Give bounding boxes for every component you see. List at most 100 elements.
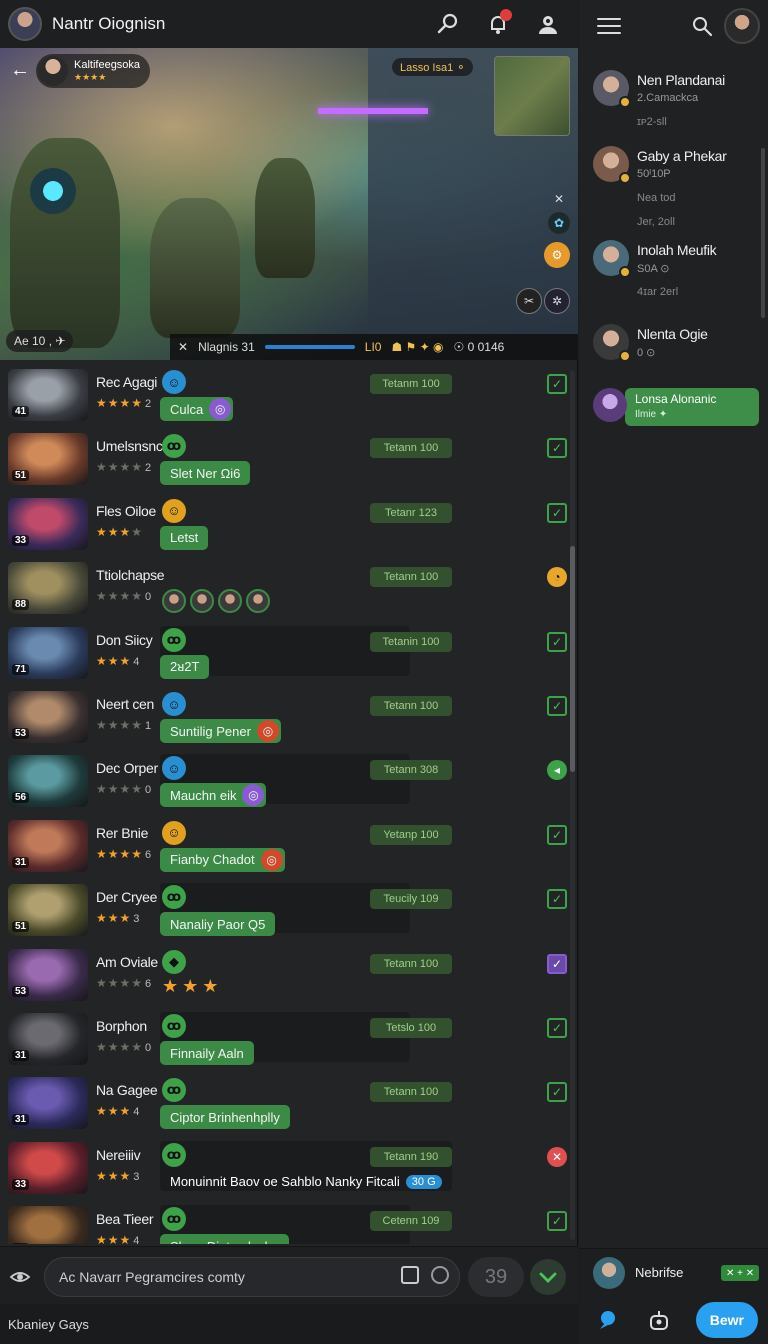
contact-item[interactable]: Nlenta Ogie 0 ⊙ — [579, 324, 768, 394]
team-tag[interactable]: Tetanm 100 — [370, 374, 452, 394]
activity-pill[interactable]: 2ᴚ2T — [160, 654, 210, 679]
notification-icon[interactable] — [480, 6, 516, 42]
team-tag[interactable]: Tetann 190 — [370, 1146, 452, 1167]
activity-pill[interactable]: Mauchn eik ◎ — [160, 783, 267, 808]
list-row[interactable]: 53 Am Oviale ★★★★ 6 ◆ ★ ★ ★ Tetann 100 ✓ — [0, 942, 578, 1004]
team-tag[interactable]: Teucily 109 — [370, 889, 452, 910]
row-checkbox[interactable]: ✓ — [547, 1018, 567, 1038]
list-row[interactable]: 31 Na Gagee ★★★ 4 ꝏ Ciptor Brinhenhplly Tetann… — [0, 1070, 578, 1132]
team-tag[interactable]: Tetann 100 — [370, 1082, 452, 1103]
row-checkbox[interactable]: ◂ — [547, 760, 567, 781]
list-row[interactable]: 33 Fles Oiloe ★★★★ ☺ Letst Tetanr 123 ✓ — [0, 491, 578, 553]
activity-pill[interactable]: Ciptor Brinhenhplly — [160, 1105, 290, 1130]
row-checkbox[interactable]: ✓ — [547, 953, 567, 974]
activity-pill[interactable]: Letst — [160, 525, 209, 550]
activity-pill[interactable]: Slet Ner Ωi6 — [160, 461, 251, 486]
row-checkbox[interactable]: ✓ — [547, 889, 567, 910]
list-row[interactable]: 33 Nereiiiv ★★★ 3 ꝏ Monuinnit Baov oe Sahblo … — [0, 1135, 578, 1197]
tool-icon[interactable]: ✂ — [516, 288, 542, 314]
contact-item[interactable]: Gaby a Phekar 50ᴵ10P Nea tod Jer, 2oll — [579, 146, 768, 228]
team-tag[interactable]: Cetenn 109 — [370, 1211, 452, 1232]
list-row[interactable]: 31 Rer Bnie ★★★★ 6 ☺ Fianby Chadot ◎ Yetanp 100… — [0, 813, 578, 875]
chat-icon[interactable] — [595, 1306, 621, 1334]
row-checkbox[interactable]: ✓ — [547, 631, 567, 652]
row-checkbox[interactable]: ✓ — [547, 374, 567, 394]
team-tag[interactable]: Tetann 308 — [370, 760, 452, 781]
close-icon[interactable]: ✕ — [548, 188, 570, 210]
settings-icon[interactable]: ⚙ — [544, 242, 570, 268]
list-row[interactable]: 88 Ttiolchapse ★★★★ 0 Tetann 100 ◔ — [0, 555, 578, 617]
list-row[interactable]: 53 Neert cen ★★★★ 1 ☺ Suntilig Pener ◎ Tetann 1… — [0, 684, 578, 746]
team-tag[interactable]: Tetann 100 — [370, 438, 452, 459]
my-avatar[interactable] — [724, 8, 760, 44]
player-thumbnail[interactable]: 51 — [8, 433, 88, 486]
attach-icon[interactable] — [401, 1266, 419, 1284]
fullscreen-icon[interactable]: ✲ — [544, 288, 570, 314]
team-tag[interactable]: Tetann 100 — [370, 953, 452, 974]
list-row[interactable]: 71 Don Siicy ★★★ 4 ꝏ 2ᴚ2T Tetanin 100 ✓ — [0, 620, 578, 682]
activity-pill[interactable]: Finnaily Aaln — [160, 1041, 254, 1065]
row-checkbox[interactable]: ✓ — [547, 438, 567, 459]
player-thumbnail[interactable]: 88 — [8, 562, 88, 615]
list-scrollbar-thumb[interactable] — [570, 546, 575, 772]
visibility-icon[interactable] — [8, 1265, 32, 1289]
row-checkbox[interactable]: ✓ — [547, 1211, 567, 1232]
player-thumbnail[interactable]: 53 — [8, 948, 88, 1001]
back-arrow-icon[interactable]: ← — [6, 56, 34, 84]
active-chat[interactable]: Lonsa Alonanic Ilmie ✦ — [591, 386, 761, 426]
list-row[interactable]: 31 Borphon ★★★★ 0 ꝏ Finnaily Aaln Tetslo 100 ✓ — [0, 1006, 578, 1068]
active-chat-bubble[interactable]: Lonsa Alonanic Ilmie ✦ — [625, 388, 759, 426]
list-row[interactable]: 41 Rec Agagi ★★★★ 2 ☺ Culca ◎ Tetanm 100 ✓ — [0, 362, 578, 424]
message-input[interactable]: Ac Navarr Pegramcires comty — [44, 1257, 460, 1297]
robot-icon[interactable] — [645, 1306, 671, 1334]
player-thumbnail[interactable]: 53 — [8, 691, 88, 743]
activity-pill[interactable]: Suntilig Pener ◎ — [160, 719, 281, 743]
team-tag[interactable]: Yetanp 100 — [370, 824, 452, 845]
player-thumbnail[interactable]: 31 — [8, 1077, 88, 1130]
row-checkbox[interactable]: ✓ — [547, 824, 567, 845]
game-icon[interactable]: ✿ — [548, 212, 570, 234]
player-thumbnail[interactable]: 29 — [8, 1206, 88, 1244]
list-scrollbar[interactable] — [570, 370, 575, 1240]
list-row[interactable]: 29 Bea Tieer ★★★4 ꝏ Slang Dintsarlesler Ceten… — [0, 1199, 578, 1244]
activity-pill[interactable]: Monuinnit Baov oe Sahblo Nanky Fitcali 30… — [160, 1170, 452, 1194]
player-thumbnail[interactable]: 71 — [8, 626, 88, 679]
send-button[interactable] — [530, 1259, 566, 1295]
current-user[interactable]: Nebrifse ✕ + ✕ — [579, 1248, 768, 1296]
player-thumbnail[interactable]: 56 — [8, 755, 88, 808]
row-checkbox[interactable]: ✕ — [547, 1146, 567, 1167]
activity-pill[interactable]: Nanaliy Paor Q5 — [160, 912, 276, 937]
emoji-icon[interactable] — [431, 1266, 449, 1284]
streamer-chip[interactable]: Kaltifeegsoka ★★★★ — [36, 54, 151, 88]
search-icon[interactable] — [430, 6, 466, 42]
row-checkbox[interactable]: ✓ — [547, 696, 567, 716]
row-checkbox[interactable]: ✓ — [547, 502, 567, 523]
activity-pill[interactable]: Fianby Chadot ◎ — [160, 847, 285, 872]
list-row[interactable]: 56 Dec Orper ★★★★ 0 ☺ Mauchn eik ◎ Tetann 308 ◂ — [0, 748, 578, 810]
activity-pill[interactable]: Culca ◎ — [160, 397, 234, 421]
team-tag[interactable]: Tetanin 100 — [370, 631, 452, 652]
profile-icon[interactable] — [530, 6, 566, 42]
list-row[interactable]: 51 Umelsnsnct ★★★★ 2 ꝏ Slet Ner Ωi6 Tetann 100… — [0, 426, 578, 488]
avatar-cluster[interactable]: ★ ★ ★ — [162, 976, 218, 997]
player-thumbnail[interactable]: 31 — [8, 1013, 88, 1065]
minimap[interactable] — [494, 56, 570, 136]
menu-icon[interactable] — [597, 14, 621, 38]
player-thumbnail[interactable]: 33 — [8, 497, 88, 550]
contact-item[interactable]: Inolah Meufik S0A ⊙ 4ɪar 2erl — [579, 240, 768, 310]
new-button[interactable]: Bewr — [695, 1302, 758, 1338]
side-search-icon[interactable] — [688, 12, 716, 40]
team-tag[interactable]: Tetslo 100 — [370, 1018, 452, 1038]
team-tag[interactable]: Tetann 100 — [370, 696, 452, 716]
team-tag[interactable]: Tetann 100 — [370, 567, 452, 588]
player-thumbnail[interactable]: 51 — [8, 884, 88, 937]
player-thumbnail[interactable]: 33 — [8, 1141, 88, 1194]
stream-preview[interactable]: Lasso Isa1 ⚬ ← Kaltifeegsoka ★★★★ ✕ ✿ ⚙ … — [0, 48, 578, 360]
activity-pill[interactable]: Slang Dintsarlesler — [160, 1234, 290, 1244]
player-thumbnail[interactable]: 41 — [8, 369, 88, 421]
side-scrollbar[interactable] — [761, 148, 765, 318]
player-thumbnail[interactable]: 31 — [8, 819, 88, 872]
list-row[interactable]: 51 Der Cryee ★★★ 3 ꝏ Nanaliy Paor Q5 Teucily 1… — [0, 877, 578, 939]
team-tag[interactable]: Tetanr 123 — [370, 502, 452, 523]
row-checkbox[interactable]: ✓ — [547, 1082, 567, 1103]
